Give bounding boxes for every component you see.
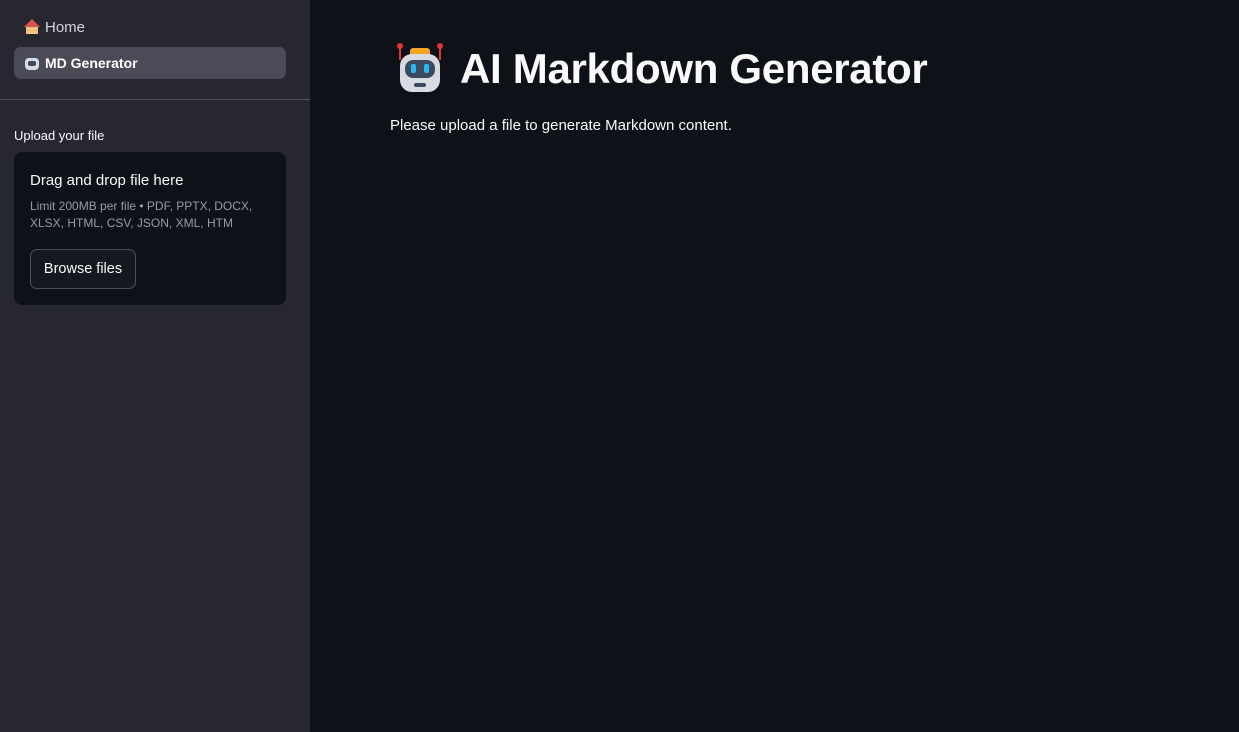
robot-icon	[24, 55, 40, 71]
robot-icon	[394, 43, 446, 94]
sidebar-item-md-generator[interactable]: MD Generator	[14, 47, 286, 79]
sidebar: Home MD Generator Upload your file Drag …	[0, 0, 310, 732]
sidebar-item-label: Home	[45, 18, 86, 36]
browse-files-button[interactable]: Browse files	[30, 249, 136, 289]
house-icon	[24, 19, 40, 35]
upload-prompt-message: Please upload a file to generate Markdow…	[390, 117, 732, 134]
page-title-text: AI Markdown Generator	[460, 45, 928, 92]
sidebar-item-home[interactable]: Home	[14, 11, 286, 43]
dropzone-title: Drag and drop file here	[30, 172, 184, 189]
dropzone-limits: Limit 200MB per file • PDF, PPTX, DOCX, …	[30, 199, 253, 230]
app-window: Home MD Generator Upload your file Drag …	[0, 0, 1239, 732]
upload-label: Upload your file	[14, 128, 105, 143]
file-dropzone[interactable]: Drag and drop file here Limit 200MB per …	[14, 152, 286, 305]
page-title: AI Markdown Generator	[394, 43, 928, 94]
sidebar-divider	[0, 99, 310, 100]
sidebar-item-label: MD Generator	[45, 55, 138, 71]
